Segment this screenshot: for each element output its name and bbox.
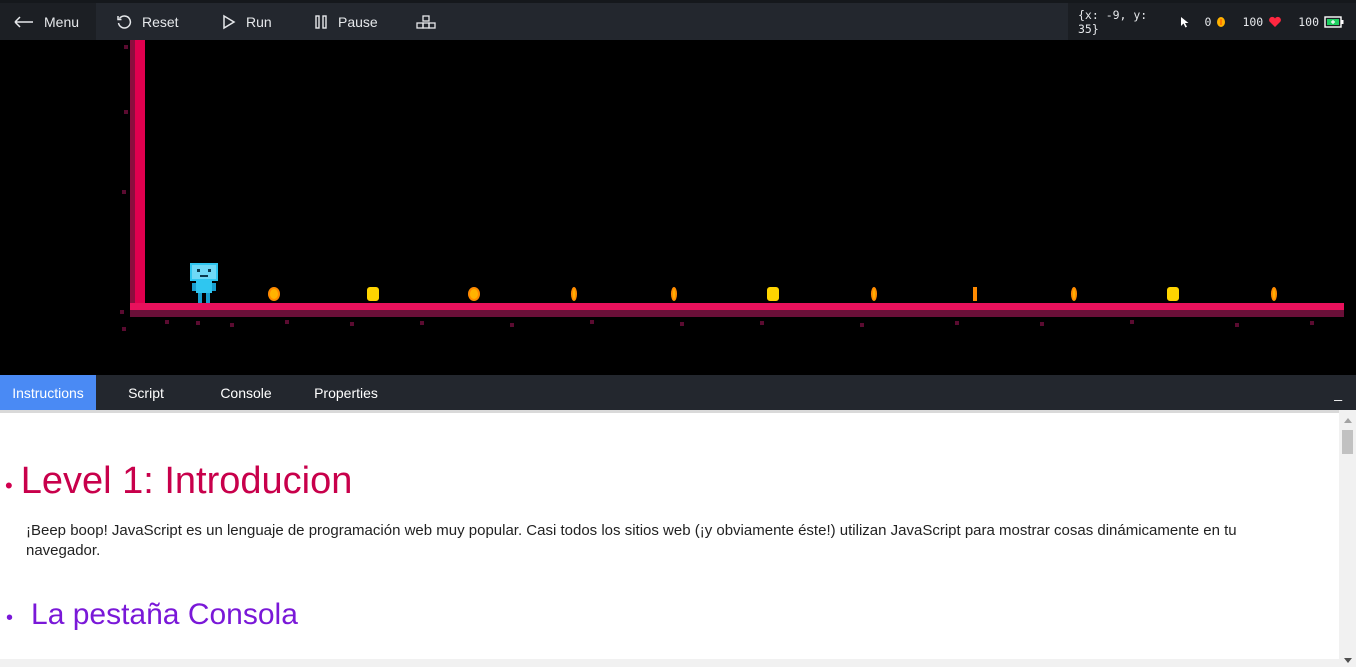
rubble <box>1040 322 1044 326</box>
pause-label: Pause <box>338 13 378 30</box>
heart-icon <box>1269 16 1282 27</box>
coin <box>871 287 877 301</box>
coords-readout: {x: -9, y: 35} <box>1078 8 1189 36</box>
health-counter: 100 <box>1242 15 1282 29</box>
menu-label: Menu <box>44 13 80 30</box>
coin <box>367 287 379 301</box>
energy-value: 100 <box>1298 14 1319 29</box>
rubble <box>124 45 128 49</box>
rubble <box>285 320 289 324</box>
robot-player <box>190 263 218 303</box>
rubble <box>510 323 514 327</box>
vertical-scrollbar[interactable] <box>1339 410 1356 667</box>
coin <box>571 287 577 301</box>
pause-button[interactable]: Pause <box>314 3 378 40</box>
coin <box>1271 287 1277 301</box>
coin <box>973 287 977 301</box>
wall-shade <box>130 40 135 312</box>
rubble <box>122 327 126 331</box>
tab-properties[interactable]: Properties <box>296 375 396 410</box>
cursor-icon <box>1180 16 1189 27</box>
reset-button[interactable]: Reset <box>116 3 179 40</box>
rubble <box>124 110 128 114</box>
rubble <box>196 321 200 325</box>
energy-counter: 100 <box>1298 15 1344 29</box>
health-value: 100 <box>1242 14 1264 29</box>
coin <box>671 287 677 301</box>
scroll-thumb[interactable] <box>1342 430 1353 454</box>
run-button[interactable]: Run <box>222 3 272 40</box>
coin <box>268 287 280 301</box>
coin-counter: 0 <box>1205 15 1227 29</box>
reset-label: Reset <box>142 13 179 30</box>
rubble <box>860 323 864 327</box>
rubble <box>1310 321 1314 325</box>
rubble <box>230 323 234 327</box>
pause-icon <box>315 14 327 29</box>
arrow-left-icon <box>14 15 33 28</box>
blocks-icon <box>416 14 436 29</box>
reset-icon <box>117 14 132 29</box>
coords-text: {x: -9, y: 35} <box>1078 7 1148 36</box>
coin <box>468 287 480 301</box>
floor-underside <box>130 310 1344 317</box>
tab-script[interactable]: Script <box>96 375 196 410</box>
blocks-button[interactable] <box>416 3 436 40</box>
play-icon <box>223 14 236 29</box>
horizontal-scrollbar[interactable] <box>0 659 1339 667</box>
coin-icon <box>1217 16 1226 27</box>
toolbar: Menu Reset Run Pause {x: -9, y: 35} 0 10… <box>0 0 1356 40</box>
rubble <box>680 322 684 326</box>
tab-console[interactable]: Console <box>196 375 296 410</box>
level-heading: Level 1: Introducion <box>20 460 353 502</box>
battery-icon <box>1324 15 1344 28</box>
intro-paragraph: ¡Beep boop! JavaScript es un lenguaje de… <box>26 522 1237 559</box>
panel-divider <box>0 410 1356 413</box>
minimize-button[interactable]: _ <box>1334 385 1342 401</box>
tab-instructions[interactable]: Instructions <box>0 375 96 410</box>
instructions-panel: • Level 1: Introducion ¡Beep boop! JavaS… <box>0 410 1356 667</box>
menu-button[interactable]: Menu <box>0 3 96 40</box>
panel-tabs: Instructions Script Console Properties _ <box>0 375 1356 410</box>
heading-bullet: • <box>5 473 13 498</box>
scroll-down-arrow[interactable] <box>1344 658 1352 663</box>
rubble <box>120 310 124 314</box>
scroll-up-arrow[interactable] <box>1344 418 1352 423</box>
rubble <box>350 322 354 326</box>
rubble <box>590 320 594 324</box>
rubble <box>1235 323 1239 327</box>
coin <box>767 287 779 301</box>
console-heading: La pestaña Consola <box>31 598 298 631</box>
rubble <box>122 190 126 194</box>
rubble <box>165 320 169 324</box>
status-bar: {x: -9, y: 35} 0 100 100 <box>1068 3 1356 40</box>
coin <box>1167 287 1179 301</box>
game-canvas[interactable] <box>0 40 1356 375</box>
run-label: Run <box>246 13 272 30</box>
coin <box>1071 287 1077 301</box>
console-heading-row: • La pestaña Consola <box>6 598 298 632</box>
subheading-bullet: • <box>6 607 14 629</box>
rubble <box>420 321 424 325</box>
level-heading-row: • Level 1: Introducion <box>5 460 352 503</box>
rubble <box>760 321 764 325</box>
rubble <box>1130 320 1134 324</box>
coin-count: 0 <box>1204 14 1212 29</box>
rubble <box>955 321 959 325</box>
